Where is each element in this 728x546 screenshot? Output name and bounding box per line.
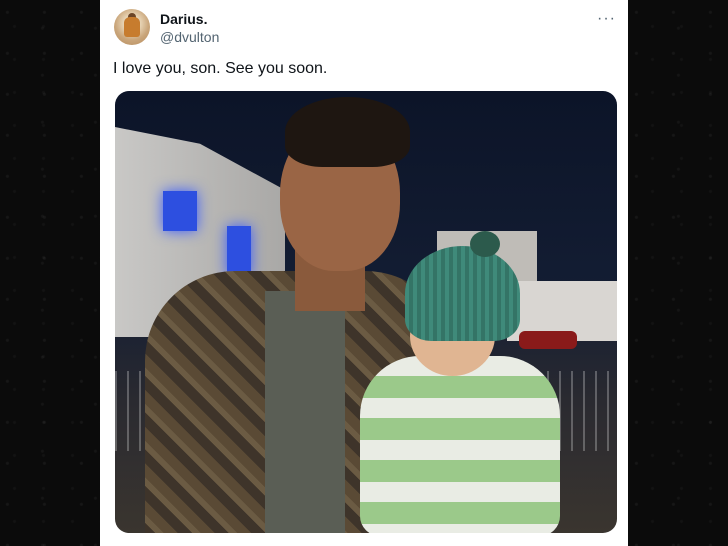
photo-hat-pompom: [470, 231, 500, 257]
photo-blue-light: [227, 226, 251, 276]
photo-baby-hat: [405, 246, 520, 341]
avatar[interactable]: [114, 9, 150, 45]
tweet-photo[interactable]: [115, 91, 617, 533]
avatar-figure-body: [124, 17, 140, 37]
tweet-text: I love you, son. See you soon.: [113, 60, 328, 77]
photo-man-shirt: [265, 291, 345, 533]
display-name[interactable]: Darius.: [160, 11, 207, 27]
user-handle[interactable]: @dvulton: [160, 29, 219, 45]
photo-blue-light: [163, 191, 197, 231]
photo-baby-outfit: [360, 356, 560, 533]
photo-man-hair: [285, 97, 410, 167]
photo-car: [519, 331, 577, 349]
tweet-card: Darius. @dvulton ··· I love you, son. Se…: [100, 0, 628, 546]
more-options-icon[interactable]: ···: [597, 10, 616, 28]
